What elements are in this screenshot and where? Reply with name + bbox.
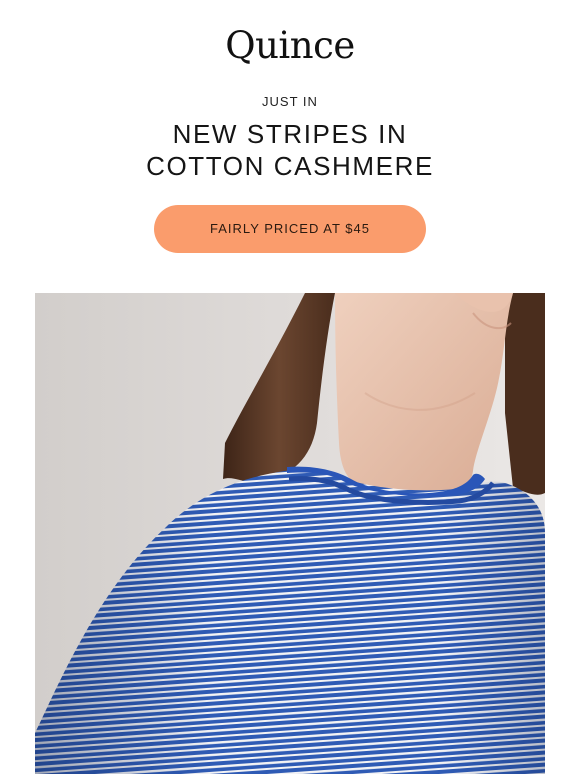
hero-image[interactable] — [35, 293, 545, 774]
eyebrow-label: JUST IN — [262, 94, 318, 109]
brand-logo[interactable]: Quince — [0, 22, 580, 70]
headline-line-2: COTTON CASHMERE — [146, 151, 434, 181]
hero-illustration — [35, 293, 545, 774]
headline-line-1: NEW STRIPES IN — [172, 119, 408, 149]
headline: NEW STRIPES IN COTTON CASHMERE — [0, 118, 580, 182]
cta-button[interactable]: FAIRLY PRICED AT $45 — [154, 205, 426, 253]
